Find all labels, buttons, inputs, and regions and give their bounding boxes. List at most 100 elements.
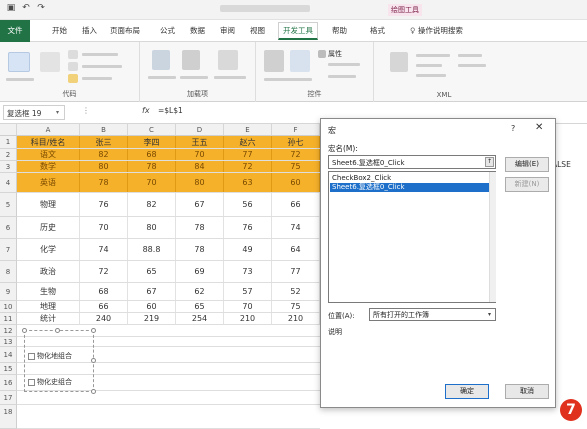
table-cell[interactable]: 254 (176, 313, 224, 324)
row-header[interactable]: 12 (0, 325, 17, 337)
visual-basic-icon[interactable] (8, 52, 30, 72)
row-header[interactable]: 15 (0, 363, 17, 375)
header-cell[interactable]: 王五 (176, 136, 224, 148)
table-cell[interactable]: 52 (272, 283, 320, 300)
com-addins-icon[interactable] (218, 50, 238, 70)
source-icon[interactable] (390, 52, 408, 72)
column-header-f[interactable]: F (272, 124, 320, 136)
table-cell[interactable]: 78 (176, 239, 224, 260)
resize-handle[interactable] (91, 358, 96, 363)
table-cell[interactable]: 化学 (17, 239, 80, 260)
design-mode-icon[interactable] (290, 50, 310, 72)
insert-function-icon[interactable]: fx (142, 106, 150, 115)
table-cell[interactable]: 240 (80, 313, 128, 324)
row-header[interactable]: 10 (0, 301, 17, 313)
table-cell[interactable]: 75 (272, 301, 320, 312)
header-cell[interactable]: 孙七 (272, 136, 320, 148)
ok-button[interactable]: 确定 (445, 384, 489, 399)
table-cell[interactable]: 80 (176, 173, 224, 192)
tab-format[interactable]: 格式 (370, 25, 385, 36)
table-cell[interactable]: 68 (128, 149, 176, 160)
checkbox-icon[interactable] (28, 352, 35, 360)
table-cell[interactable]: 76 (224, 217, 272, 238)
header-cell[interactable]: 科目/姓名 (17, 136, 80, 148)
row-header[interactable]: 5 (0, 193, 17, 217)
row-header[interactable]: 11 (0, 313, 17, 325)
table-cell[interactable]: 88.8 (128, 239, 176, 260)
tab-data[interactable]: 数据 (190, 25, 205, 36)
checkbox-control[interactable]: 物化地组合 (28, 351, 72, 361)
table-cell[interactable]: 82 (80, 149, 128, 160)
column-header-d[interactable]: D (176, 124, 224, 136)
row-header[interactable]: 3 (0, 161, 17, 173)
table-cell[interactable]: 74 (272, 217, 320, 238)
row-header[interactable]: 8 (0, 261, 17, 283)
table-cell[interactable]: 69 (176, 261, 224, 282)
properties-label[interactable]: 属性 (328, 49, 342, 59)
chevron-down-icon[interactable]: ▾ (488, 311, 491, 318)
name-box-dropdown-icon[interactable]: ▾ (56, 109, 59, 116)
table-cell[interactable]: 64 (272, 239, 320, 260)
close-icon[interactable]: ✕ (535, 122, 543, 133)
table-cell[interactable]: 78 (176, 217, 224, 238)
column-header-c[interactable]: C (128, 124, 176, 136)
table-cell[interactable]: 210 (224, 313, 272, 324)
checkbox-control[interactable]: 物化史组合 (28, 377, 72, 387)
redo-icon[interactable]: ↷ (36, 3, 46, 13)
help-icon[interactable]: ? (511, 124, 515, 133)
row-header[interactable]: 14 (0, 347, 17, 363)
table-cell[interactable]: 67 (176, 193, 224, 216)
column-header-a[interactable]: A (17, 124, 80, 136)
save-icon[interactable]: ▣ (6, 3, 16, 13)
location-select[interactable]: 所有打开的工作簿 (369, 308, 496, 321)
table-cell[interactable]: 78 (128, 161, 176, 172)
table-cell[interactable]: 66 (272, 193, 320, 216)
row-header[interactable]: 13 (0, 337, 17, 347)
row-header[interactable]: 18 (0, 405, 17, 429)
tab-home[interactable]: 开始 (52, 25, 67, 36)
cancel-button[interactable]: 取消 (505, 384, 549, 399)
table-cell[interactable]: 56 (224, 193, 272, 216)
select-all-corner[interactable] (0, 124, 17, 136)
header-cell[interactable]: 李四 (128, 136, 176, 148)
resize-handle[interactable] (91, 389, 96, 394)
excel-addins-icon[interactable] (182, 50, 200, 70)
table-cell[interactable]: 72 (80, 261, 128, 282)
tab-page-layout[interactable]: 页面布局 (110, 25, 140, 36)
table-cell[interactable]: 77 (224, 149, 272, 160)
table-cell[interactable]: 65 (128, 261, 176, 282)
table-cell[interactable]: 历史 (17, 217, 80, 238)
table-cell[interactable]: 生物 (17, 283, 80, 300)
table-cell[interactable]: 语文 (17, 149, 80, 160)
table-cell[interactable]: 62 (176, 283, 224, 300)
table-cell[interactable]: 70 (80, 217, 128, 238)
table-cell[interactable]: 78 (80, 173, 128, 192)
table-cell[interactable]: 77 (272, 261, 320, 282)
macro-list-scrollbar[interactable] (489, 172, 496, 302)
resize-handle[interactable] (22, 328, 27, 333)
table-cell[interactable]: 80 (128, 217, 176, 238)
table-cell[interactable]: 75 (272, 161, 320, 172)
tab-help[interactable]: 帮助 (332, 25, 347, 36)
edit-button[interactable]: 编辑(E) (505, 157, 549, 172)
table-cell[interactable]: 65 (176, 301, 224, 312)
macro-list[interactable]: CheckBox2_Click Sheet6.复选框0_Click (328, 171, 496, 303)
resize-handle[interactable] (91, 328, 96, 333)
tab-formulas[interactable]: 公式 (160, 25, 175, 36)
formula-input[interactable]: =$L$1 (158, 106, 183, 115)
row-header[interactable]: 2 (0, 149, 17, 161)
table-cell[interactable]: 219 (128, 313, 176, 324)
row-header[interactable]: 7 (0, 239, 17, 261)
table-cell[interactable]: 76 (80, 193, 128, 216)
table-cell[interactable]: 70 (176, 149, 224, 160)
table-cell[interactable]: 物理 (17, 193, 80, 216)
table-cell[interactable]: 英语 (17, 173, 80, 192)
row-header[interactable]: 16 (0, 375, 17, 391)
table-cell[interactable]: 60 (128, 301, 176, 312)
checkbox-icon[interactable] (28, 378, 35, 386)
macro-list-item[interactable]: CheckBox2_Click (330, 174, 490, 183)
insert-control-icon[interactable] (264, 50, 284, 72)
table-cell[interactable]: 210 (272, 313, 320, 324)
table-cell[interactable]: 地理 (17, 301, 80, 312)
row-header-1[interactable]: 1 (0, 136, 17, 149)
